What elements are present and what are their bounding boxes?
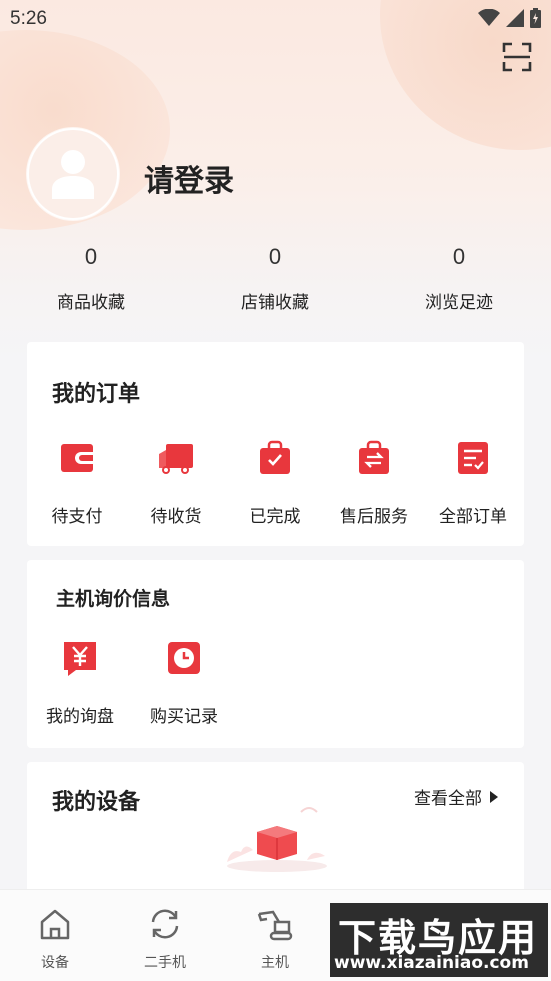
avatar[interactable] — [27, 128, 119, 220]
truck-icon — [159, 444, 193, 474]
bag-check-icon — [260, 440, 290, 474]
stat-value: 0 — [268, 244, 282, 269]
stat-value: 0 — [452, 244, 466, 269]
excavator-icon — [257, 910, 293, 941]
view-all-label: 查看全部 — [414, 789, 482, 809]
devices-card: 我的设备 查看全部 — [27, 762, 524, 902]
inquiry-item-label: 购买记录 — [150, 707, 218, 727]
wallet-icon — [61, 444, 93, 472]
login-prompt[interactable]: 请登录 — [144, 156, 234, 200]
order-item-label: 已完成 — [249, 507, 301, 527]
inquiry-purchase-records[interactable]: 购买记录 — [136, 640, 232, 727]
tab-main-machine[interactable]: 主机 — [220, 890, 330, 981]
tab-label: 主机 — [261, 955, 289, 971]
order-pending-payment[interactable]: 待支付 — [29, 440, 125, 527]
inquiry-card: 主机询价信息 我的询盘 购买记录 — [27, 560, 524, 748]
watermark-url: www.xiazainiao.com — [334, 953, 529, 973]
empty-box-illustration — [227, 807, 327, 872]
refresh-icon — [151, 909, 179, 939]
stat-value: 0 — [84, 244, 98, 269]
stat-product-favorites[interactable]: 0 商品收藏 — [21, 244, 161, 313]
caret-right-icon — [490, 790, 498, 803]
order-to-receive[interactable]: 待收货 — [128, 440, 224, 527]
battery-icon — [530, 8, 541, 28]
inquiry-my-inquiries[interactable]: 我的询盘 — [32, 640, 128, 727]
tab-devices[interactable]: 设备 — [0, 890, 110, 981]
default-user-icon — [52, 150, 94, 199]
status-icons — [478, 8, 541, 28]
watermark: 下载鸟应用 www.xiazainiao.com — [330, 903, 548, 977]
order-completed[interactable]: 已完成 — [227, 440, 323, 527]
wifi-icon — [478, 9, 500, 26]
order-item-label: 全部订单 — [439, 507, 507, 527]
stat-store-favorites[interactable]: 0 店铺收藏 — [205, 244, 345, 313]
stat-label: 店铺收藏 — [241, 293, 309, 313]
exchange-bag-icon — [359, 440, 389, 474]
order-item-label: 售后服务 — [340, 507, 408, 527]
stat-label: 商品收藏 — [57, 293, 125, 313]
order-after-sales[interactable]: 售后服务 — [326, 440, 422, 527]
stat-label: 浏览足迹 — [425, 293, 493, 313]
clock-icon — [168, 642, 200, 674]
tab-used-machines[interactable]: 二手机 — [110, 890, 220, 981]
status-time: 5:26 — [10, 8, 47, 29]
inquiry-item-label: 我的询盘 — [46, 707, 114, 727]
yuan-icon — [64, 642, 96, 676]
scan-icon[interactable] — [502, 42, 532, 72]
order-all[interactable]: 全部订单 — [425, 440, 521, 527]
order-item-label: 待支付 — [51, 507, 103, 527]
order-list-icon — [458, 442, 488, 474]
orders-card: 我的订单 待支付 待收货 已完成 售后服务 全部订单 — [27, 342, 524, 546]
inquiry-title: 主机询价信息 — [56, 588, 171, 610]
view-all-devices-link[interactable]: 查看全部 — [414, 784, 498, 809]
tab-label: 设备 — [41, 955, 69, 971]
home-icon — [40, 909, 70, 940]
stat-browse-history[interactable]: 0 浏览足迹 — [389, 244, 529, 313]
status-bar: 5:26 — [0, 0, 551, 40]
tab-label: 二手机 — [144, 955, 186, 971]
signal-icon — [506, 9, 524, 27]
devices-title: 我的设备 — [52, 790, 141, 815]
order-item-label: 待收货 — [150, 507, 202, 527]
orders-title: 我的订单 — [52, 382, 141, 407]
